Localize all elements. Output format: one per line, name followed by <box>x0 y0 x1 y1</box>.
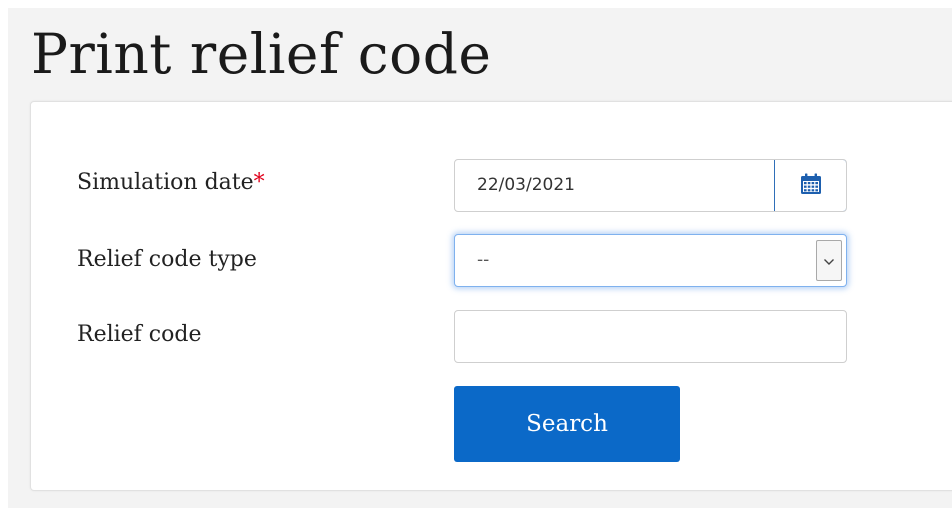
calendar-button[interactable] <box>774 160 846 211</box>
page-background: Print relief code Simulation date* 22/03… <box>8 8 952 508</box>
relief-code-type-label: Relief code type <box>77 247 257 272</box>
relief-code-type-selected: -- <box>477 250 490 270</box>
select-dropdown-button[interactable] <box>816 240 842 281</box>
calendar-icon <box>799 172 823 200</box>
relief-code-label: Relief code <box>77 322 202 347</box>
search-form-card: Simulation date* 22/03/2021 Relief code … <box>30 101 952 491</box>
chevron-down-icon <box>823 251 835 270</box>
simulation-date-label: Simulation date* <box>77 169 265 197</box>
relief-code-input[interactable] <box>454 310 847 363</box>
required-marker: * <box>253 170 265 195</box>
page-title: Print relief code <box>31 22 492 86</box>
relief-code-type-select[interactable]: -- <box>454 234 847 287</box>
simulation-date-input[interactable]: 22/03/2021 <box>454 159 847 212</box>
simulation-date-value: 22/03/2021 <box>477 175 575 195</box>
search-button[interactable]: Search <box>454 386 680 462</box>
simulation-date-label-text: Simulation date <box>77 170 254 195</box>
